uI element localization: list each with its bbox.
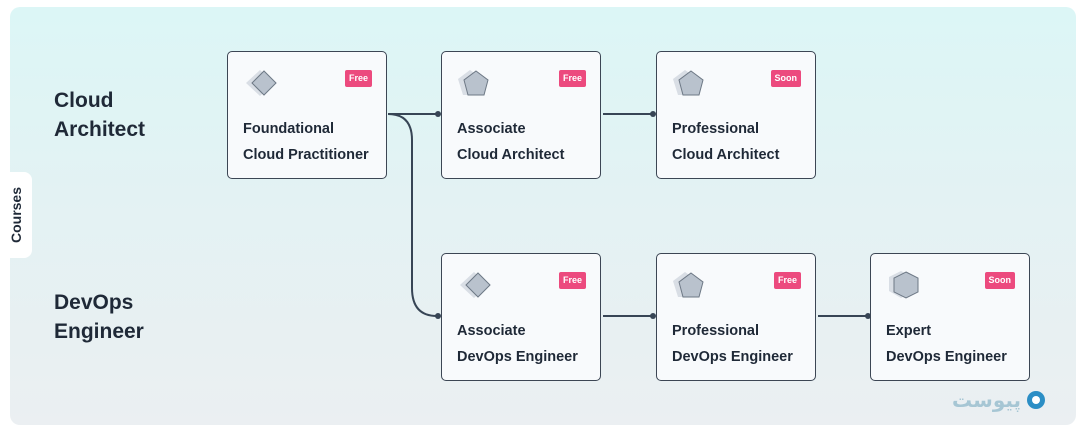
course-title: Expert DevOps Engineer xyxy=(886,318,1023,370)
course-title-line: Foundational xyxy=(243,121,335,137)
course-title-line: Cloud Architect xyxy=(457,147,565,163)
course-card-expert-devops-engineer[interactable]: Soon Expert DevOps Engineer xyxy=(870,253,1030,381)
course-card-professional-devops-engineer[interactable]: Free Professional DevOps Engineer xyxy=(656,253,816,381)
course-title-line: DevOps Engineer xyxy=(672,349,793,365)
course-title: Foundational Cloud Practitioner xyxy=(243,116,380,168)
course-card-associate-devops-engineer[interactable]: Free Associate DevOps Engineer xyxy=(441,253,601,381)
track-label-line: DevOps xyxy=(54,291,134,314)
track-label-line: Architect xyxy=(54,118,146,141)
pentagon-icon xyxy=(673,272,704,298)
track-label-line: Cloud xyxy=(54,89,114,112)
course-title-line: DevOps Engineer xyxy=(886,349,1007,365)
course-card-professional-cloud-architect[interactable]: Soon Professional Cloud Architect xyxy=(656,51,816,179)
status-badge: Free xyxy=(558,272,586,289)
course-title-line: Associate xyxy=(457,121,526,137)
course-title: Professional Cloud Architect xyxy=(672,116,809,168)
track-label-devops-engineer: DevOps Engineer xyxy=(54,288,144,346)
course-title: Associate DevOps Engineer xyxy=(457,318,594,370)
course-title-line: Associate xyxy=(457,323,526,339)
track-label-line: Engineer xyxy=(54,320,144,343)
connector-foundational-associate-devops xyxy=(387,113,438,317)
course-title-line: Cloud Practitioner xyxy=(243,147,369,163)
course-card-foundational[interactable]: Free Foundational Cloud Practitioner xyxy=(227,51,387,179)
courses-side-tab-label: Courses xyxy=(8,186,24,244)
course-title-line: Professional xyxy=(672,323,760,339)
watermark-text: پیوست xyxy=(952,388,1022,412)
status-badge: Soon xyxy=(984,272,1015,289)
course-title: Associate Cloud Architect xyxy=(457,116,594,168)
diamond-icon xyxy=(460,272,491,298)
pentagon-icon xyxy=(673,70,704,96)
status-badge: Free xyxy=(558,70,586,87)
status-badge: Free xyxy=(773,272,801,289)
course-title-line: Expert xyxy=(886,323,932,339)
course-title-line: Professional xyxy=(672,121,760,137)
course-title: Professional DevOps Engineer xyxy=(672,318,809,370)
status-badge: Soon xyxy=(770,70,801,87)
course-card-associate-cloud-architect[interactable]: Free Associate Cloud Architect xyxy=(441,51,601,179)
hexagon-icon xyxy=(889,271,919,299)
status-badge: Free xyxy=(344,70,372,87)
course-title-line: Cloud Architect xyxy=(672,147,780,163)
courses-side-tab[interactable]: Courses xyxy=(0,172,32,258)
diamond-icon xyxy=(246,70,277,96)
logo-icon xyxy=(1027,391,1046,409)
course-title-line: DevOps Engineer xyxy=(457,349,578,365)
track-label-cloud-architect: Cloud Architect xyxy=(54,86,145,144)
watermark: پیوست xyxy=(952,388,1046,412)
pentagon-icon xyxy=(458,70,489,96)
